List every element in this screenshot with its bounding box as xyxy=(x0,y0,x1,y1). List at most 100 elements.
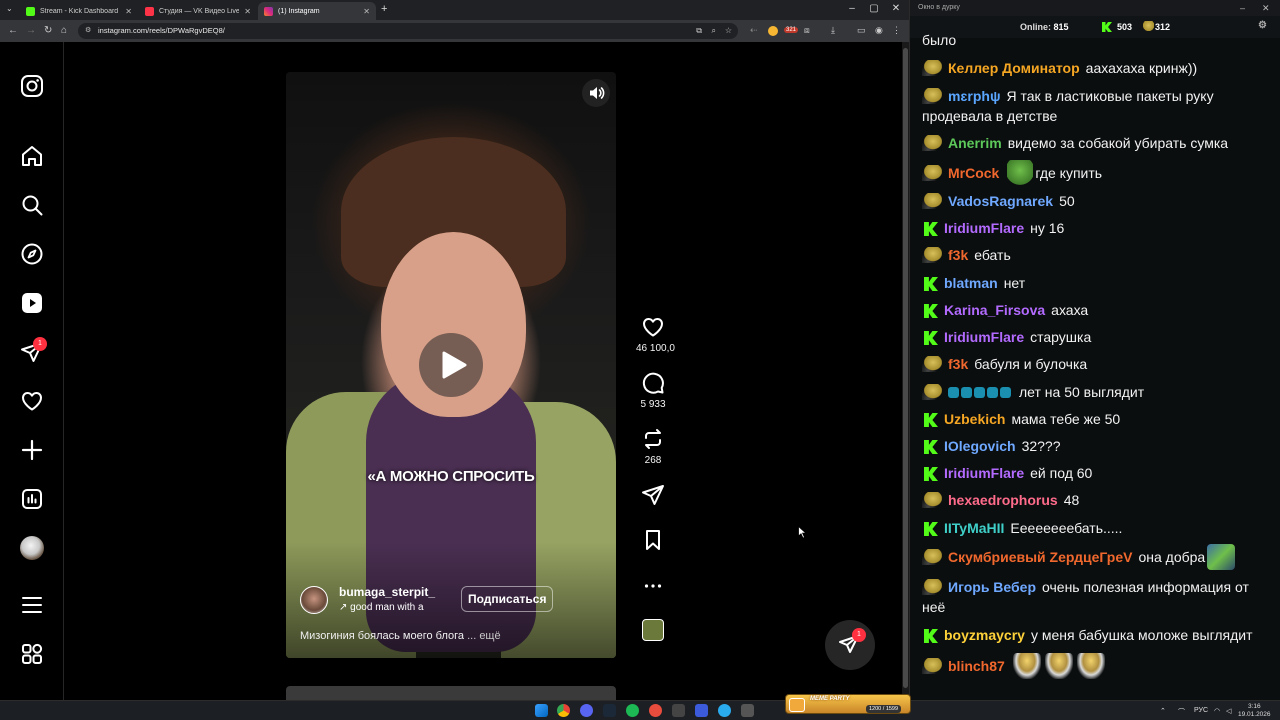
play-button[interactable] xyxy=(419,333,483,397)
chat-username[interactable]: Игорь Вебер xyxy=(948,579,1036,595)
extensions-puzzle-icon[interactable]: ⧈ xyxy=(804,25,810,36)
volume-icon[interactable]: ◁ xyxy=(1226,707,1231,715)
telegram-icon[interactable] xyxy=(718,704,731,717)
chrome-icon[interactable] xyxy=(557,704,570,717)
download-icon[interactable]: ⤓ xyxy=(831,25,835,36)
chat-username[interactable]: Anerrim xyxy=(948,135,1002,151)
new-tab-plus-icon[interactable]: + xyxy=(381,3,387,15)
chat-username[interactable]: Скумбриевый ZердцеГреV xyxy=(948,549,1132,565)
repost-icon[interactable] xyxy=(641,427,665,451)
author-avatar[interactable] xyxy=(300,586,328,614)
extension-badge[interactable]: 321 xyxy=(784,27,799,33)
chat-username[interactable]: Uzbekich xyxy=(944,411,1005,427)
more-options-action[interactable] xyxy=(636,574,670,598)
system-clock[interactable]: 3:16 19.01.2026 xyxy=(1238,703,1271,719)
share-action[interactable] xyxy=(636,483,670,507)
profile-avatar[interactable] xyxy=(20,536,44,560)
scrollbar-thumb[interactable] xyxy=(903,48,908,688)
wifi-icon[interactable]: ◠ xyxy=(1214,707,1220,715)
more-dots-icon[interactable] xyxy=(641,574,665,598)
chat-username[interactable]: IridiumFlare xyxy=(944,220,1024,236)
profile-icon[interactable]: ◉ xyxy=(875,25,883,36)
chat-minimize-icon[interactable]: – xyxy=(1240,0,1245,16)
save-action[interactable] xyxy=(636,528,670,552)
instagram-logo-icon[interactable] xyxy=(20,74,44,98)
audio-thumbnail[interactable] xyxy=(642,619,664,641)
caption-more-link[interactable]: ... ещё xyxy=(467,630,501,642)
chat-username[interactable]: Karina_Firsova xyxy=(944,302,1045,318)
maximize-icon[interactable]: ▢ xyxy=(864,3,884,14)
chat-username[interactable]: blinch87 xyxy=(948,658,1005,674)
bookmark-icon[interactable] xyxy=(641,528,665,552)
bookmark-star-icon[interactable]: ☆ xyxy=(725,23,732,39)
chat-username[interactable]: IITyMaHII xyxy=(944,520,1004,536)
share-paperplane-icon[interactable] xyxy=(641,483,665,507)
reload-icon[interactable]: ↻ xyxy=(44,25,52,36)
search-icon[interactable] xyxy=(20,193,44,217)
reel-video[interactable]: «А МОЖНО СПРОСИТЬ bumaga_sterpit_ ↗ good… xyxy=(286,72,616,658)
obs-icon[interactable] xyxy=(649,704,662,717)
also-from-meta-icon[interactable] xyxy=(20,642,44,666)
explore-compass-icon[interactable] xyxy=(20,242,44,266)
site-info-icon[interactable]: ⚙ xyxy=(85,23,91,39)
forward-icon[interactable]: → xyxy=(26,25,36,36)
chat-close-icon[interactable]: ✕ xyxy=(1262,0,1270,16)
next-reel-preview[interactable] xyxy=(286,686,616,700)
audio-track[interactable]: ↗ good man with a xyxy=(339,602,424,613)
messages-floating-button[interactable]: 1 xyxy=(825,620,875,670)
chat-username[interactable]: boyzmaycry xyxy=(944,627,1025,643)
home-icon[interactable] xyxy=(20,144,44,168)
tray-chevron-icon[interactable]: ⌃ xyxy=(1160,707,1166,715)
page-scrollbar[interactable] xyxy=(902,42,909,698)
chat-username[interactable]: mɛrphψ xyxy=(948,88,1001,104)
home-icon[interactable]: ⌂ xyxy=(61,25,67,36)
chat-username[interactable]: VadosRagnarek xyxy=(948,193,1053,209)
comment-bubble-icon[interactable] xyxy=(641,371,665,395)
chat-username[interactable]: IridiumFlare xyxy=(944,329,1024,345)
like-heart-icon[interactable] xyxy=(641,315,665,339)
notifications-heart-icon[interactable] xyxy=(20,389,44,413)
tab-close-icon[interactable]: ✕ xyxy=(125,7,132,16)
steam-icon[interactable] xyxy=(603,704,616,717)
chat-username[interactable]: MrCock xyxy=(948,165,999,181)
like-action[interactable]: 46 100,0 xyxy=(636,315,675,354)
install-app-icon[interactable]: ⧉ xyxy=(696,23,702,39)
chat-username[interactable]: hexaedrophorus xyxy=(948,492,1058,508)
sound-toggle-button[interactable] xyxy=(582,79,610,107)
app-icon[interactable] xyxy=(741,704,754,717)
tab-instagram[interactable]: (1) Instagram ✕ xyxy=(258,2,376,20)
tab-vk-studio[interactable]: Студия — VK Видео Live ✕ xyxy=(139,2,257,20)
chat-username[interactable]: IOlegovich xyxy=(944,438,1016,454)
language-indicator[interactable]: РУС xyxy=(1194,707,1208,714)
start-windows-icon[interactable] xyxy=(535,704,548,717)
chat-username[interactable]: blatman xyxy=(944,275,998,291)
hidden-username-dots[interactable] xyxy=(948,384,1013,400)
chat-username[interactable]: f3k xyxy=(948,247,968,263)
app-icon[interactable] xyxy=(672,704,685,717)
close-window-icon[interactable]: ✕ xyxy=(886,3,906,14)
repost-action[interactable]: 268 xyxy=(636,427,670,466)
browser-menu-icon[interactable]: ⋮ xyxy=(892,25,901,36)
chat-username[interactable]: IridiumFlare xyxy=(944,465,1024,481)
create-plus-icon[interactable] xyxy=(20,438,44,462)
tab-close-icon[interactable]: ✕ xyxy=(244,7,251,16)
back-icon[interactable]: ← xyxy=(8,25,18,36)
more-menu-icon[interactable] xyxy=(20,593,44,617)
zoom-icon[interactable]: ⌕ xyxy=(712,23,716,39)
reel-caption[interactable]: Мизогиния боялась моего блога ... ещё xyxy=(300,630,501,642)
comment-action[interactable]: 5 933 xyxy=(636,371,670,410)
dashboard-chart-icon[interactable] xyxy=(20,487,44,511)
tab-list-chevron-icon[interactable]: ⌄ xyxy=(6,4,13,13)
spotify-icon[interactable] xyxy=(626,704,639,717)
address-bar[interactable]: ⚙ instagram.com/reels/DPWaRgvDEQ8/ ⧉ ⌕ ☆ xyxy=(78,23,738,39)
author-username[interactable]: bumaga_sterpit_ xyxy=(339,585,435,599)
tab-close-icon[interactable]: ✕ xyxy=(363,7,370,16)
discord-icon[interactable] xyxy=(580,704,593,717)
extension-coin-icon[interactable] xyxy=(768,26,778,36)
extension-arrow-icon[interactable]: ⇠ xyxy=(750,25,758,36)
chat-username[interactable]: f3k xyxy=(948,356,968,372)
reels-icon[interactable] xyxy=(20,291,44,315)
app-icon[interactable] xyxy=(695,704,708,717)
tab-kick-dashboard[interactable]: Stream - Kick Dashboard ✕ xyxy=(20,2,138,20)
minimize-icon[interactable]: – xyxy=(842,3,862,14)
